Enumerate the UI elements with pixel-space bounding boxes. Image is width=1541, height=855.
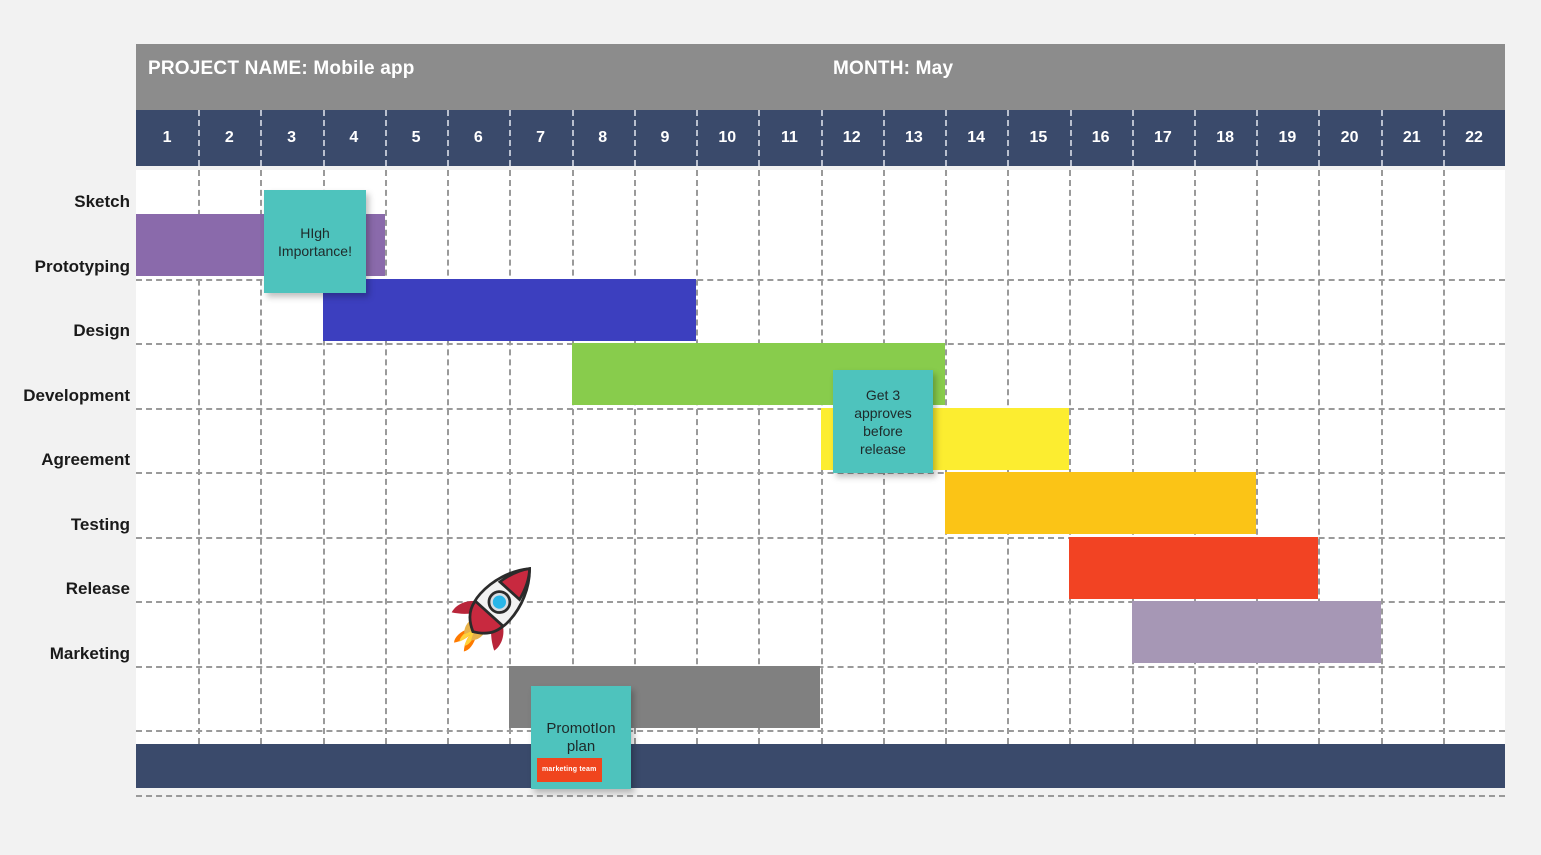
- day-header-cell[interactable]: 4: [322, 110, 385, 166]
- grid-vline: [758, 170, 761, 744]
- grid-vline: [633, 170, 636, 744]
- day-header-cell[interactable]: 1: [136, 110, 198, 166]
- day-header-cell[interactable]: 22: [1442, 110, 1505, 166]
- row-label-design: Design: [73, 321, 130, 340]
- day-header-cell[interactable]: 18: [1193, 110, 1256, 166]
- day-header-cell[interactable]: 16: [1069, 110, 1132, 166]
- rocket-icon: [440, 552, 550, 662]
- day-header-cell[interactable]: 2: [198, 110, 260, 166]
- day-header-cell[interactable]: 19: [1256, 110, 1318, 166]
- day-header-cell[interactable]: 15: [1007, 110, 1069, 166]
- gantt-bar-release[interactable]: [1131, 601, 1381, 663]
- note-text: HIgh Importance!: [278, 224, 352, 259]
- title-bar: PROJECT NAME: Mobile app MONTH: May: [136, 44, 1505, 110]
- day-header-cell[interactable]: 6: [447, 110, 509, 166]
- day-header-cell[interactable]: 11: [758, 110, 820, 166]
- row-label-development: Development: [23, 385, 130, 405]
- row-label-sketch: Sketch: [74, 192, 130, 211]
- footer-bar: [136, 744, 1505, 788]
- project-name-label: PROJECT NAME: Mobile app: [148, 58, 415, 79]
- gantt-bar-testing[interactable]: [1069, 536, 1319, 599]
- gantt-bar-agreement[interactable]: [944, 472, 1257, 534]
- day-header-cell[interactable]: 8: [571, 110, 634, 166]
- note-text: Get 3 approves before release: [854, 386, 912, 457]
- row-label-prototyping: Prototyping: [34, 256, 130, 276]
- day-header-cell[interactable]: 17: [1131, 110, 1194, 166]
- day-header-cell[interactable]: 10: [696, 110, 758, 166]
- day-header-cell[interactable]: 21: [1380, 110, 1443, 166]
- note-tag[interactable]: marketing team: [537, 758, 602, 782]
- row-label-marketing: Marketing: [49, 643, 130, 663]
- row-label-release: Release: [65, 579, 130, 598]
- grid-vline: [571, 170, 574, 744]
- row-label-testing: Testing: [70, 514, 130, 534]
- day-header-cell[interactable]: 13: [882, 110, 945, 166]
- grid-vline: [1442, 170, 1445, 744]
- grid-hline: [136, 665, 1505, 668]
- grid-hline: [136, 794, 1505, 797]
- gantt-bar-prototyping[interactable]: [322, 278, 697, 341]
- day-header-cell[interactable]: 20: [1318, 110, 1380, 166]
- grid-hline: [136, 730, 1505, 732]
- note-text: PromotIon plan: [546, 719, 616, 755]
- day-header-cell[interactable]: 9: [633, 110, 696, 166]
- grid-vline: [696, 170, 699, 744]
- note-high-importance[interactable]: HIgh Importance!: [264, 190, 366, 293]
- grid-vline: [1069, 170, 1072, 744]
- month-label: MONTH: May: [833, 58, 954, 79]
- grid-hline: [136, 472, 1505, 474]
- day-header-cell[interactable]: 14: [945, 110, 1007, 166]
- note-promotion-plan[interactable]: PromotIon plan marketing team: [531, 686, 631, 789]
- grid-vline: [1380, 170, 1383, 744]
- note-approvals[interactable]: Get 3 approves before release: [833, 370, 933, 473]
- day-header-cell[interactable]: 5: [384, 110, 447, 166]
- grid-vline: [384, 170, 387, 744]
- gantt-board: PROJECT NAME: Mobile app MONTH: May 1234…: [136, 44, 1505, 797]
- day-header-cell[interactable]: 12: [820, 110, 883, 166]
- day-header-row: 1 2 3 4 5 6 7 8 9 10 11 12 13 14 15 16 17 18 19 20 21 22: [136, 110, 1505, 166]
- day-header-cell[interactable]: 3: [260, 110, 322, 166]
- row-label-agreement: Agreement: [41, 450, 130, 469]
- day-header-cell[interactable]: 7: [509, 110, 571, 166]
